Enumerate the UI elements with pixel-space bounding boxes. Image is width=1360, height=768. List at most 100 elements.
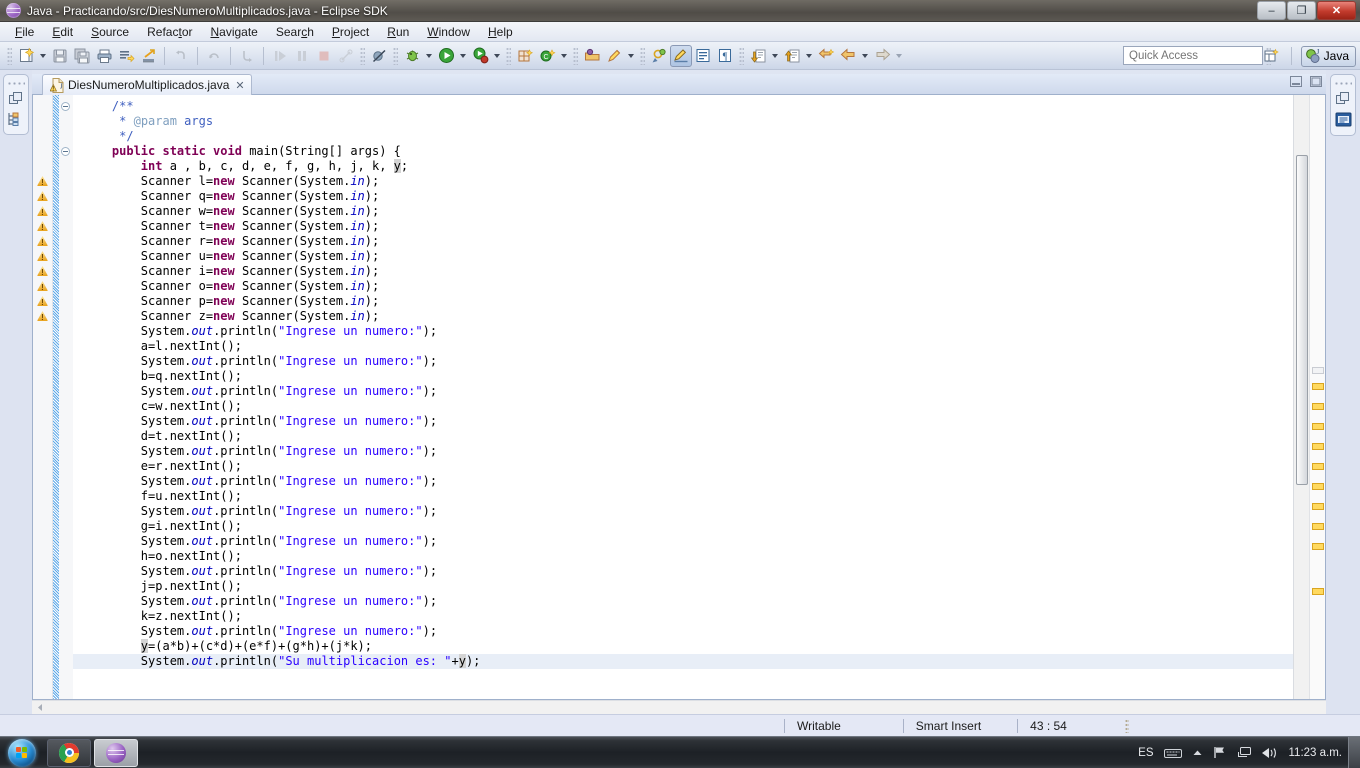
search-type-icon[interactable] (648, 45, 670, 67)
restore-button[interactable]: ❐ (1287, 1, 1316, 20)
quick-fix-icon[interactable] (603, 45, 625, 67)
pilcrow-icon[interactable]: ¶ (714, 45, 736, 67)
quick-access-input[interactable] (1123, 46, 1263, 65)
source-code[interactable]: /** * @param args */ public static void … (73, 95, 1293, 669)
toggle-mark-occurrences-icon[interactable] (670, 44, 692, 67)
menu-file[interactable]: FFileile (6, 23, 43, 41)
warning-marker-icon[interactable] (37, 221, 48, 232)
tray-clock[interactable]: 11:23 a.m. (1289, 747, 1343, 759)
show-hidden-icons-arrow[interactable] (1192, 749, 1203, 757)
close-button[interactable]: ✕ (1317, 1, 1356, 20)
overview-marker[interactable] (1312, 463, 1324, 470)
editor-folding-gutter[interactable] (59, 95, 73, 699)
warning-marker-icon[interactable] (37, 251, 48, 262)
warning-marker-icon[interactable] (37, 191, 48, 202)
show-desktop-button[interactable] (1348, 736, 1360, 768)
next-annotation-icon[interactable] (747, 45, 769, 67)
toolbar-grip[interactable] (506, 46, 511, 65)
fold-collapse-icon[interactable] (61, 102, 70, 111)
run-dropdown-icon[interactable] (460, 53, 466, 58)
show-whitespace-icon[interactable] (692, 45, 714, 67)
toolbar-grip[interactable] (393, 46, 398, 65)
fold-collapse-icon[interactable] (61, 147, 70, 156)
run-icon[interactable] (435, 45, 457, 67)
toolbar-grip[interactable] (739, 46, 744, 65)
overview-marker[interactable] (1312, 403, 1324, 410)
warning-marker-icon[interactable] (37, 266, 48, 277)
back-dropdown-icon[interactable] (862, 53, 868, 58)
new-java-class-icon[interactable]: C (536, 45, 558, 67)
menu-search[interactable]: Search (267, 23, 323, 41)
new-wizard-dropdown-icon[interactable] (40, 53, 46, 58)
warning-marker-icon[interactable] (37, 236, 48, 247)
fastview-grip[interactable] (7, 82, 25, 85)
toolbar-grip[interactable] (360, 46, 365, 65)
build-all-icon[interactable] (115, 45, 137, 67)
menu-edit[interactable]: Edit (43, 23, 82, 41)
open-perspective-icon[interactable] (1260, 45, 1282, 67)
new-wizard-icon[interactable] (15, 45, 37, 67)
overview-marker[interactable] (1312, 383, 1324, 390)
warning-marker-icon[interactable] (37, 296, 48, 307)
debug-icon[interactable] (401, 45, 423, 67)
tray-language[interactable]: ES (1138, 747, 1153, 759)
volume-icon[interactable] (1261, 747, 1279, 759)
minimize-button[interactable]: – (1257, 1, 1286, 20)
warning-marker-icon[interactable] (37, 176, 48, 187)
windows-start-icon[interactable] (0, 738, 44, 768)
overview-marker[interactable] (1312, 503, 1324, 510)
new-java-package-icon[interactable] (514, 45, 536, 67)
flag-icon[interactable] (1213, 746, 1227, 759)
status-bar-grip[interactable] (1124, 718, 1129, 733)
debug-dropdown-icon[interactable] (426, 53, 432, 58)
toolbar-grip[interactable] (640, 46, 645, 65)
overview-marker[interactable] (1312, 588, 1324, 595)
skip-breakpoints-icon[interactable] (368, 45, 390, 67)
save-all-icon[interactable] (71, 45, 93, 67)
overview-marker[interactable] (1312, 543, 1324, 550)
overview-marker[interactable] (1312, 443, 1324, 450)
editor-code-area[interactable]: /** * @param args */ public static void … (73, 95, 1293, 699)
warning-marker-icon[interactable] (37, 281, 48, 292)
quick-fix-dropdown-icon[interactable] (628, 53, 634, 58)
fastview-grip[interactable] (1334, 82, 1352, 85)
open-type-icon[interactable] (581, 45, 603, 67)
next-annotation-dropdown-icon[interactable] (772, 53, 778, 58)
overview-marker[interactable] (1312, 423, 1324, 430)
menu-refactor[interactable]: Refactor (138, 23, 201, 41)
coverage-icon[interactable] (469, 45, 491, 67)
editor-overview-ruler[interactable] (1309, 95, 1325, 699)
warning-marker-icon[interactable] (37, 206, 48, 217)
editor-horizontal-scrollbar[interactable] (32, 700, 1326, 714)
java-perspective-button[interactable]: J Java (1300, 45, 1356, 67)
taskbar-chrome-button[interactable] (47, 738, 91, 767)
toolbar-grip[interactable] (7, 46, 12, 65)
save-icon[interactable] (49, 45, 71, 67)
export-icon[interactable] (137, 45, 159, 67)
menu-navigate[interactable]: Navigate (201, 23, 266, 41)
overview-marker[interactable] (1312, 367, 1324, 374)
coverage-dropdown-icon[interactable] (494, 53, 500, 58)
warning-marker-icon[interactable] (37, 311, 48, 322)
menu-help[interactable]: Help (479, 23, 522, 41)
overview-marker[interactable] (1312, 483, 1324, 490)
previous-annotation-dropdown-icon[interactable] (806, 53, 812, 58)
new-class-dropdown-icon[interactable] (561, 53, 567, 58)
menu-source[interactable]: Source (82, 23, 138, 41)
forward-dropdown-icon[interactable] (896, 53, 902, 58)
forward-icon[interactable] (871, 45, 893, 67)
editor-marker-gutter[interactable] (33, 95, 53, 699)
print-icon[interactable] (93, 45, 115, 67)
taskbar-eclipse-button[interactable] (94, 738, 138, 767)
overview-marker[interactable] (1312, 523, 1324, 530)
network-icon[interactable] (1237, 746, 1252, 759)
editor-tab-diesnumeromultiplicados[interactable]: J ! DiesNumeroMultiplicados.java ✕ (42, 74, 252, 95)
back-icon[interactable] (837, 45, 859, 67)
menu-run[interactable]: Run (378, 23, 418, 41)
last-edit-location-icon[interactable] (815, 45, 837, 67)
previous-annotation-icon[interactable] (781, 45, 803, 67)
menu-window[interactable]: Window (418, 23, 479, 41)
editor-tab-close-icon[interactable]: ✕ (235, 79, 244, 92)
menu-project[interactable]: Project (323, 23, 378, 41)
editor-vertical-scrollbar[interactable] (1293, 95, 1309, 699)
